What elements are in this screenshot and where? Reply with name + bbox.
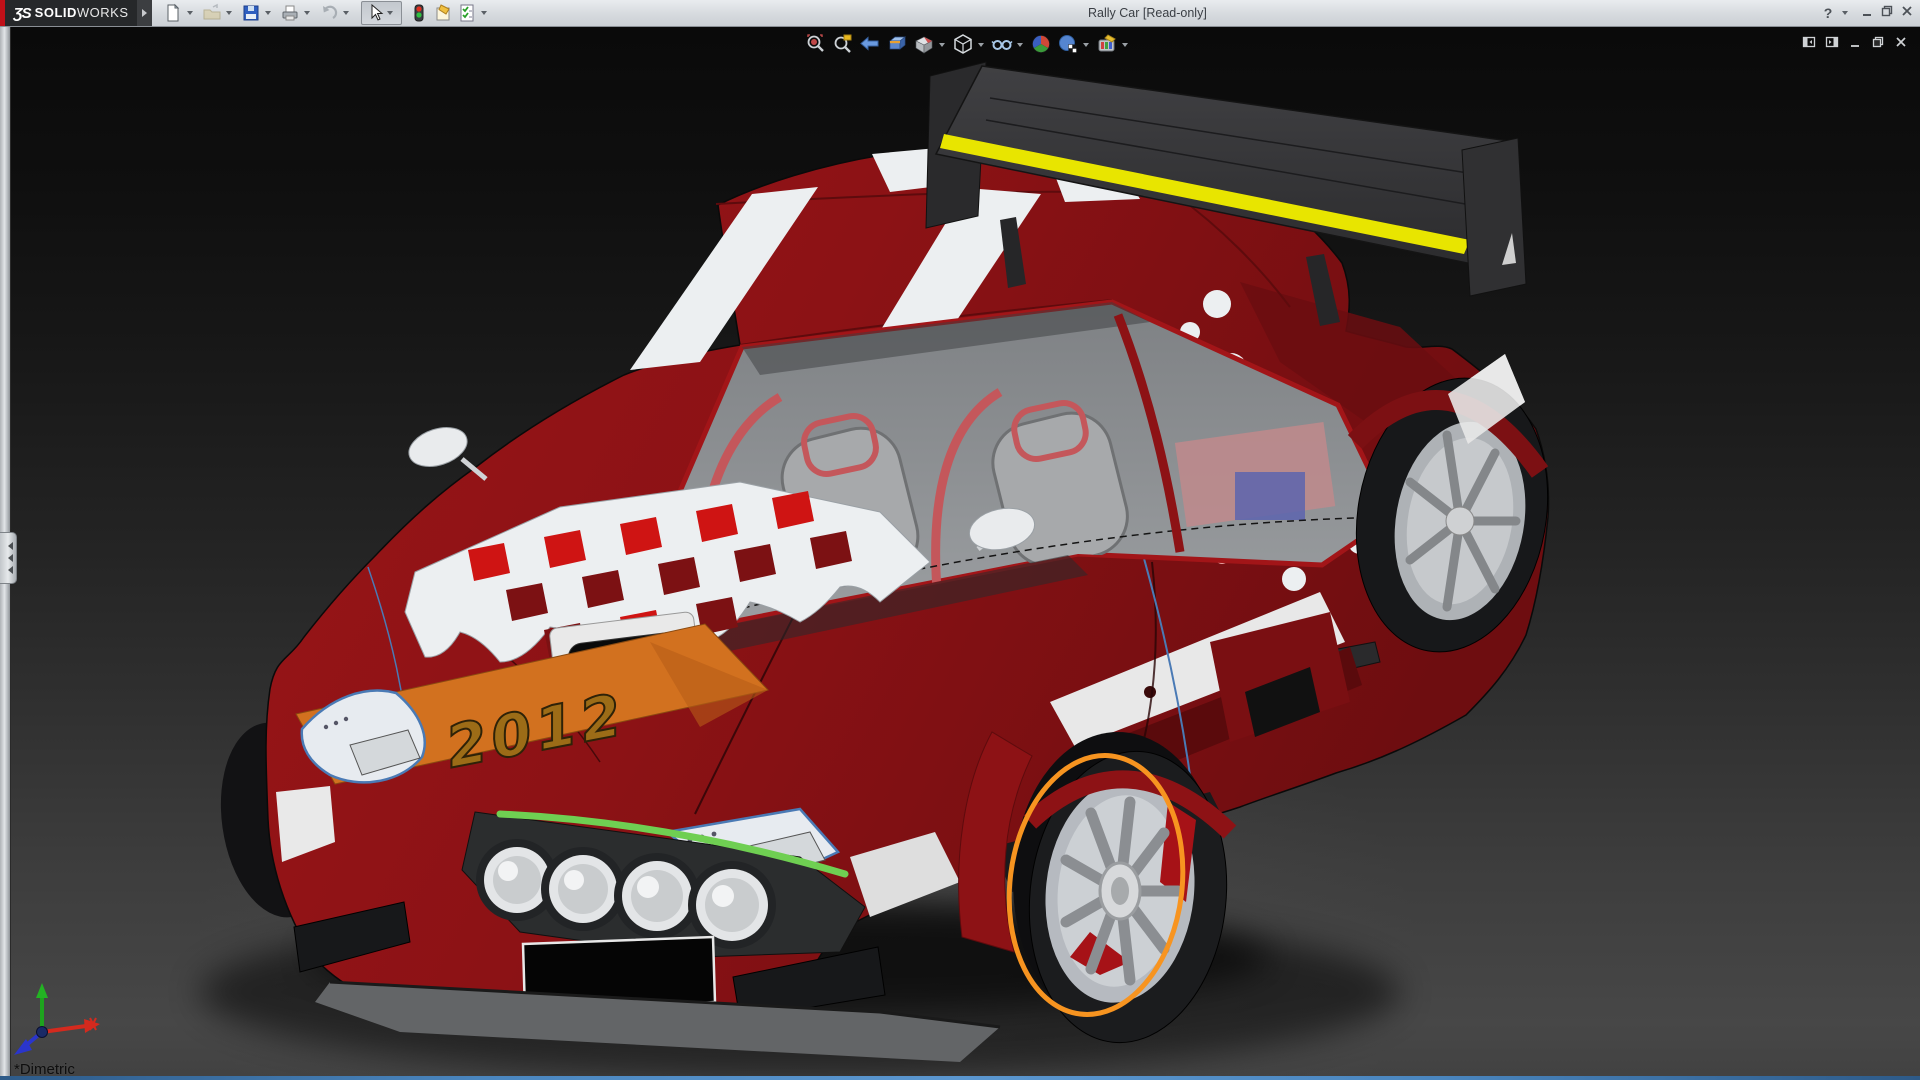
help-icon[interactable]: ? (1821, 5, 1835, 21)
close-icon[interactable] (1900, 4, 1914, 23)
feature-pane-collapse-tab[interactable] (0, 532, 17, 584)
print-dropdown[interactable] (304, 11, 310, 18)
print-icon[interactable] (279, 2, 301, 24)
expand-arrow-icon (142, 9, 151, 17)
status-edge-line (0, 1076, 1920, 1080)
comment-note-icon[interactable] (432, 2, 454, 24)
help-dropdown[interactable] (1842, 11, 1848, 18)
brand-bold: SOLID (35, 5, 77, 20)
graphics-viewport[interactable]: 2012 (0, 27, 1920, 1076)
restore-icon[interactable] (1880, 4, 1894, 23)
reference-triad (12, 980, 107, 1060)
save-icon[interactable] (240, 2, 262, 24)
rally-car-model: 2012 (0, 27, 1920, 1076)
options-checklist-icon[interactable] (456, 2, 478, 24)
options-dropdown[interactable] (481, 11, 487, 18)
collapse-arrow-icon (4, 542, 13, 550)
collapse-arrow-icon (4, 554, 13, 562)
collapse-arrow-icon (4, 566, 13, 574)
undo-dropdown[interactable] (343, 11, 349, 18)
standard-toolbar (162, 0, 493, 26)
solidworks-logo: ƷS SOLIDWORKS (5, 0, 137, 26)
window-controls: ? (1821, 0, 1914, 26)
brand-light: WORKS (77, 5, 129, 20)
open-dropdown[interactable] (226, 11, 232, 18)
ds-logo-mark: ƷS (13, 5, 30, 22)
menu-expand-button[interactable] (137, 0, 152, 26)
new-document-icon[interactable] (162, 2, 184, 24)
open-icon[interactable] (201, 2, 223, 24)
new-dropdown[interactable] (187, 11, 193, 18)
minimize-icon[interactable] (1860, 4, 1874, 23)
save-dropdown[interactable] (265, 11, 271, 18)
document-title: Rally Car [Read-only] (1088, 6, 1207, 20)
select-dropdown[interactable] (387, 11, 393, 18)
left-mirror (404, 421, 486, 479)
undo-icon[interactable] (318, 2, 340, 24)
select-tool[interactable] (361, 1, 402, 25)
titlebar: ƷS SOLIDWORKS (0, 0, 1920, 27)
select-cursor-icon (364, 2, 386, 24)
rebuild-traffic-light-icon[interactable] (408, 2, 430, 24)
